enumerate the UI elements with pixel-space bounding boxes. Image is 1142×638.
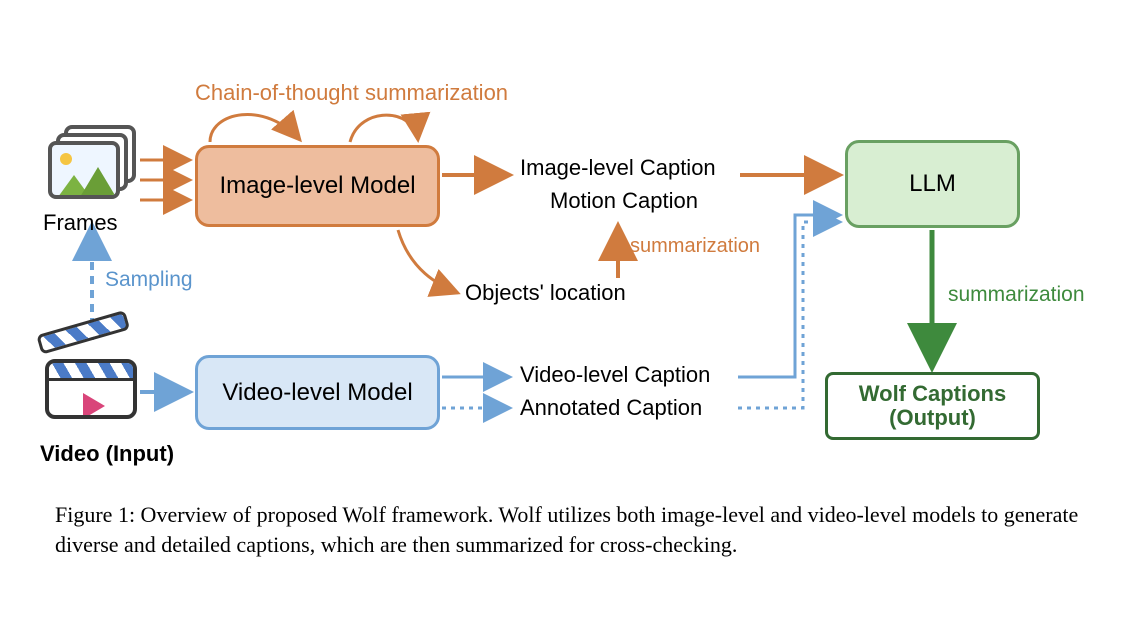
motion-caption-label: Motion Caption (550, 188, 698, 214)
video-level-caption-label: Video-level Caption (520, 362, 710, 388)
frames-icon (48, 125, 136, 199)
annotated-caption-label: Annotated Caption (520, 395, 702, 421)
video-level-model-box: Video-level Model (195, 355, 440, 430)
image-level-model-box: Image-level Model (195, 145, 440, 227)
figure-caption: Figure 1: Overview of proposed Wolf fram… (55, 500, 1090, 559)
sampling-label: Sampling (105, 268, 193, 292)
cot-label: Chain-of-thought summarization (195, 80, 508, 106)
diagram-canvas: Frames Video (Input) Sampling Chain-of-t… (0, 0, 1142, 638)
frames-label: Frames (43, 210, 118, 236)
output-box: Wolf Captions (Output) (825, 372, 1040, 440)
llm-box: LLM (845, 140, 1020, 228)
llm-label: LLM (909, 170, 956, 198)
image-level-model-label: Image-level Model (219, 172, 415, 200)
output-line1: Wolf Captions (859, 382, 1006, 406)
video-input-label: Video (Input) (40, 441, 174, 467)
summarization-green-label: summarization (948, 283, 1085, 307)
image-level-caption-label: Image-level Caption (520, 155, 716, 181)
output-line2: (Output) (889, 406, 976, 430)
objects-location-label: Objects' location (465, 280, 626, 306)
summarization-small-label: summarization (630, 235, 760, 258)
video-level-model-label: Video-level Model (222, 379, 412, 407)
video-icon (45, 345, 145, 427)
